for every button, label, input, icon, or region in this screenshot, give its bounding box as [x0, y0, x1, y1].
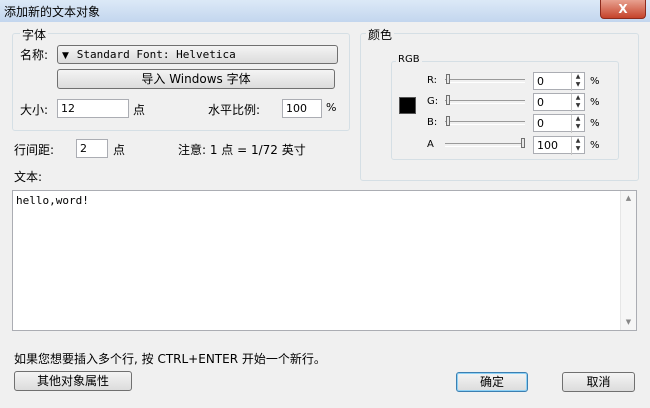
scroll-up-icon[interactable]: ▲ [621, 191, 636, 206]
spinner-arrows-icon[interactable]: ▲ ▼ [571, 94, 584, 112]
close-button[interactable]: X [600, 0, 646, 19]
other-object-properties-label: 其他对象属性 [36, 374, 109, 388]
font-name-value: Standard Font: Helvetica [76, 48, 236, 61]
channel-label-b: B: [427, 117, 438, 128]
channel-unit-g: % [590, 97, 600, 108]
text-area-content: hello,word! [16, 194, 89, 207]
channel-label-a: A [427, 139, 434, 150]
spinner-arrows-icon[interactable]: ▲ ▼ [571, 137, 584, 155]
channel-label-g: G: [427, 96, 439, 107]
cancel-label: 取消 [586, 375, 611, 389]
text-label: 文本: [14, 170, 43, 184]
horizontal-scale-input[interactable]: 100 [282, 99, 322, 118]
import-windows-font-label: 导入 Windows 字体 [141, 72, 251, 86]
channel-value-r: 0 [537, 75, 544, 88]
font-name-label: 名称: [20, 48, 49, 62]
window-title: 添加新的文本对象 [4, 5, 101, 19]
channel-input-a[interactable]: 100 ▲ ▼ [533, 136, 585, 155]
channel-label-r: R: [427, 75, 438, 86]
font-size-label: 大小: [20, 103, 49, 117]
horizontal-scale-value: 100 [286, 102, 307, 115]
spinner-arrows-icon[interactable]: ▲ ▼ [571, 115, 584, 133]
channel-unit-a: % [590, 140, 600, 151]
rgb-group-label: RGB [396, 54, 422, 65]
line-spacing-unit: 点 [113, 143, 126, 157]
horizontal-scale-unit: % [326, 101, 337, 114]
scroll-down-icon[interactable]: ▼ [621, 315, 636, 330]
close-icon: X [618, 2, 628, 16]
slider-thumb-b[interactable] [446, 116, 450, 126]
channel-value-g: 0 [537, 96, 544, 109]
font-size-value: 12 [61, 102, 75, 115]
ok-label: 确定 [479, 375, 504, 389]
text-area[interactable]: hello,word! ▲ ▼ [12, 190, 637, 331]
unit-note: 注意: 1 点 = 1/72 英寸 [178, 143, 306, 157]
ok-button[interactable]: 确定 [456, 372, 528, 392]
channel-input-b[interactable]: 0 ▲ ▼ [533, 114, 585, 133]
line-spacing-value: 2 [80, 142, 87, 155]
color-group-label: 颜色 [366, 26, 395, 43]
slider-track-g[interactable] [445, 100, 525, 104]
triangle-down-icon: ▼ [62, 51, 69, 61]
channel-value-a: 100 [537, 139, 558, 152]
slider-thumb-a[interactable] [521, 138, 525, 148]
slider-thumb-g[interactable] [446, 95, 450, 105]
multiline-hint: 如果您想要插入多个行, 按 CTRL+ENTER 开始一个新行。 [14, 352, 326, 366]
channel-unit-b: % [590, 118, 600, 129]
line-spacing-label: 行间距: [14, 143, 55, 157]
color-swatch [399, 97, 416, 114]
horizontal-scale-label: 水平比例: [208, 103, 261, 117]
slider-thumb-r[interactable] [446, 74, 450, 84]
font-size-unit: 点 [133, 103, 146, 117]
title-bar[interactable]: 添加新的文本对象 X [0, 0, 650, 22]
line-spacing-input[interactable]: 2 [76, 139, 108, 158]
slider-track-a[interactable] [445, 143, 525, 147]
other-object-properties-button[interactable]: 其他对象属性 [14, 371, 132, 391]
slider-track-r[interactable] [445, 79, 525, 83]
text-area-scrollbar[interactable]: ▲ ▼ [620, 191, 636, 330]
font-size-input[interactable]: 12 [57, 99, 129, 118]
import-windows-font-button[interactable]: 导入 Windows 字体 [57, 69, 335, 89]
font-name-dropdown[interactable]: ▼ Standard Font: Helvetica [57, 45, 338, 64]
dialog-window: 添加新的文本对象 X 字体 名称: ▼ Standard Font: Helve… [0, 0, 650, 408]
font-group-label: 字体 [20, 26, 49, 43]
slider-track-b[interactable] [445, 121, 525, 125]
channel-unit-r: % [590, 76, 600, 87]
channel-input-g[interactable]: 0 ▲ ▼ [533, 93, 585, 112]
channel-input-r[interactable]: 0 ▲ ▼ [533, 72, 585, 91]
spinner-arrows-icon[interactable]: ▲ ▼ [571, 73, 584, 91]
cancel-button[interactable]: 取消 [562, 372, 635, 392]
channel-value-b: 0 [537, 117, 544, 130]
